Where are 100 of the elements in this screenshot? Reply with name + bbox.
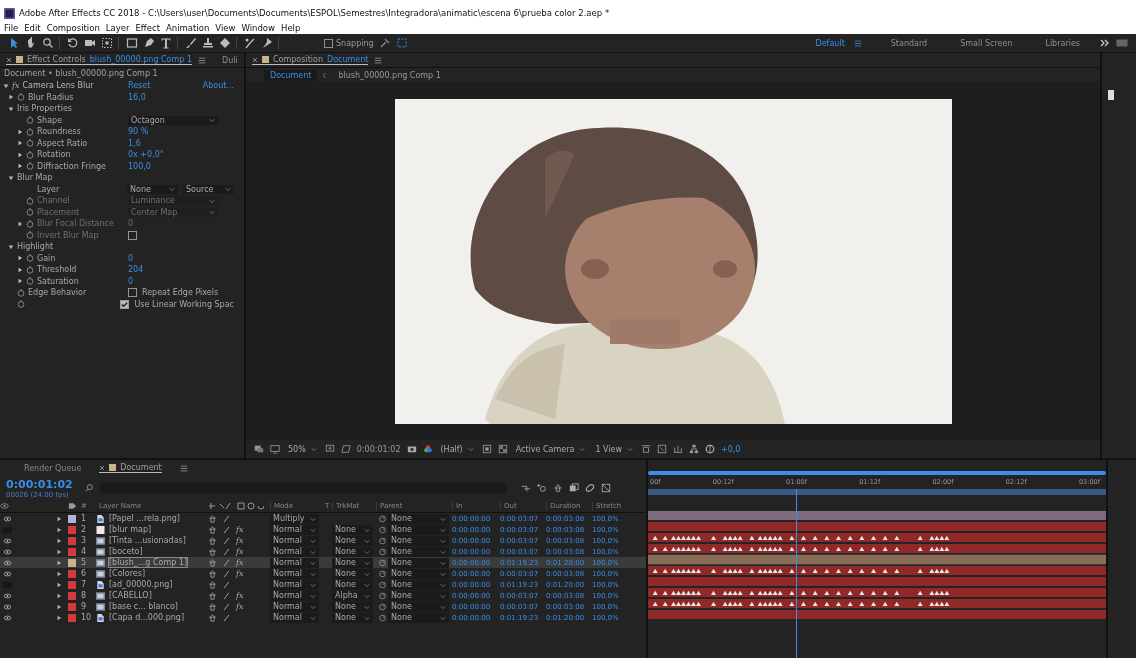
menu-item[interactable]: Window (241, 23, 275, 33)
layer-number: 6 (80, 569, 88, 578)
panel-tab[interactable]: Duli (222, 55, 238, 65)
parent-dropdown[interactable]: None (388, 535, 449, 546)
parent-dropdown[interactable]: None (388, 590, 449, 601)
workspace-tab[interactable]: Standard (876, 38, 942, 48)
property-label: Blur Radius (28, 92, 74, 102)
layer-name[interactable]: [Papel ...rela.png] (109, 514, 180, 523)
parent-dropdown[interactable]: None (388, 513, 449, 524)
parent-dropdown[interactable]: None (388, 546, 449, 557)
zoom-dropdown[interactable]: 50% (286, 444, 319, 454)
menu-item[interactable]: File (4, 23, 19, 33)
track-matte-dropdown[interactable]: Alpha (332, 590, 373, 601)
parent-dropdown[interactable]: None (388, 568, 449, 579)
effect-switch[interactable]: fx (236, 558, 244, 567)
effect-switch[interactable]: fx (236, 591, 244, 600)
breadcrumb[interactable]: Document (264, 69, 318, 81)
effect-switch[interactable]: fx (236, 602, 244, 611)
mode-dropdown[interactable]: Normal (270, 601, 319, 612)
layer-number: 2 (80, 525, 88, 534)
about-link[interactable]: About... (202, 81, 234, 91)
mode-dropdown[interactable]: Normal (270, 579, 319, 590)
property-label: Blur Focal Distance (37, 219, 114, 229)
property-value[interactable]: 0 (128, 276, 134, 286)
workspace-tab[interactable]: Default (801, 38, 849, 48)
property-value[interactable]: 1,6 (128, 138, 141, 148)
property-value[interactable]: 0 (128, 253, 134, 263)
menu-item[interactable]: View (215, 23, 236, 33)
layer-name[interactable]: [Tinta ...usionadas] (109, 536, 186, 545)
property-value[interactable]: 100,0 (128, 161, 151, 171)
mode-dropdown[interactable]: Multiply (270, 513, 319, 524)
mode-dropdown[interactable]: Normal (270, 557, 319, 568)
dropdown[interactable]: None (127, 184, 178, 194)
property-value[interactable]: 204 (128, 265, 144, 275)
workspace-tab[interactable]: Small Screen (946, 38, 1027, 48)
view-layout-dropdown[interactable]: 1 View (593, 444, 635, 454)
mode-dropdown[interactable]: Normal (270, 568, 319, 579)
panel-tab[interactable]: Document (99, 463, 162, 473)
menu-item[interactable]: Effect (135, 23, 160, 33)
layer-name[interactable]: [blur map] (109, 525, 152, 534)
effect-switch[interactable]: fx (236, 569, 244, 578)
layer-name[interactable]: [base c... blanco] (109, 602, 178, 611)
panel-tab[interactable]: Effect Controls blush_00000.png Comp 1 (6, 55, 192, 65)
dropdown[interactable]: Source (183, 184, 234, 194)
track-matte-dropdown[interactable]: None (332, 524, 373, 535)
mode-dropdown[interactable]: Normal (270, 590, 319, 601)
layer-name[interactable]: [Colores] (109, 569, 146, 578)
parent-dropdown[interactable]: None (388, 524, 449, 535)
breadcrumb[interactable]: blush_00000.png Comp 1 (332, 69, 447, 81)
parent-dropdown[interactable]: None (388, 579, 449, 590)
current-timecode[interactable]: 0:00:01:02 (6, 477, 78, 491)
track-matte-dropdown[interactable]: None (332, 579, 373, 590)
effect-switch[interactable]: fx (236, 536, 244, 545)
panel-tab[interactable]: Composition Document (252, 55, 369, 65)
parent-dropdown[interactable]: None (388, 601, 449, 612)
track-matte-dropdown[interactable]: None (332, 535, 373, 546)
workspace-tab[interactable]: Libraries (1031, 38, 1094, 48)
mode-dropdown[interactable]: Normal (270, 524, 319, 535)
track-matte-dropdown[interactable]: None (332, 557, 373, 568)
effect-switch[interactable]: fx (236, 547, 244, 556)
reset-link[interactable]: Reset (128, 81, 151, 91)
track-matte-dropdown[interactable]: None (332, 546, 373, 557)
menu-item[interactable]: Help (281, 23, 301, 33)
layer-name[interactable]: [boceto] (109, 547, 143, 556)
parent-dropdown[interactable]: None (388, 557, 449, 568)
track-matte-dropdown[interactable]: None (332, 568, 373, 579)
fx-label: fx (12, 81, 20, 91)
snapping-checkbox[interactable]: Snapping (324, 38, 374, 48)
property-label: Iris Properties (17, 104, 72, 114)
track-matte-dropdown[interactable]: None (332, 601, 373, 612)
track-matte-dropdown[interactable]: None (332, 612, 373, 623)
resolution-dropdown[interactable]: (Half) (438, 444, 476, 454)
property-value[interactable]: 90 % (128, 127, 149, 137)
window-title: Adobe After Effects CC 2018 - C:\Users\user\Documents\Documents\ESPOL\Semestres\Integradora\animatic\escena 6\prueba color 2.aep * (19, 8, 610, 18)
property-label: Saturation (37, 276, 79, 286)
mode-dropdown[interactable]: Normal (270, 546, 319, 557)
camera-view-dropdown[interactable]: Active Camera (513, 444, 588, 454)
dropdown[interactable]: Octagon (128, 115, 218, 125)
layer-name[interactable]: [blush_...g Comp 1] (109, 558, 188, 567)
property-value[interactable]: 0x +0,0° (128, 150, 164, 160)
menu-item[interactable]: Edit (24, 23, 41, 33)
current-time[interactable]: 0:00:01:02 (356, 444, 401, 454)
mode-dropdown[interactable]: Normal (270, 612, 319, 623)
menu-item[interactable]: Layer (105, 23, 130, 33)
effect-switch[interactable]: fx (236, 525, 244, 534)
menu-item[interactable]: Animation (165, 23, 210, 33)
property-label: Rotation (37, 150, 71, 160)
layer-number: 1 (80, 514, 88, 523)
layer-name[interactable]: [ad_00000.png] (109, 580, 173, 589)
layer-name[interactable]: [Capa d...000.png] (109, 613, 184, 622)
panel-tab[interactable]: Render Queue (24, 463, 82, 473)
mode-dropdown[interactable]: Normal (270, 535, 319, 546)
layer-number: 5 (80, 558, 88, 567)
property-value[interactable]: 16,0 (128, 92, 146, 102)
exposure-value[interactable]: +0,0 (721, 444, 741, 454)
layer-name[interactable]: [CABELLO] (109, 591, 152, 600)
property-label: Shape (37, 115, 63, 125)
parent-dropdown[interactable]: None (388, 612, 449, 623)
property-label: Edge Behavior (28, 288, 87, 298)
menu-item[interactable]: Composition (46, 23, 100, 33)
